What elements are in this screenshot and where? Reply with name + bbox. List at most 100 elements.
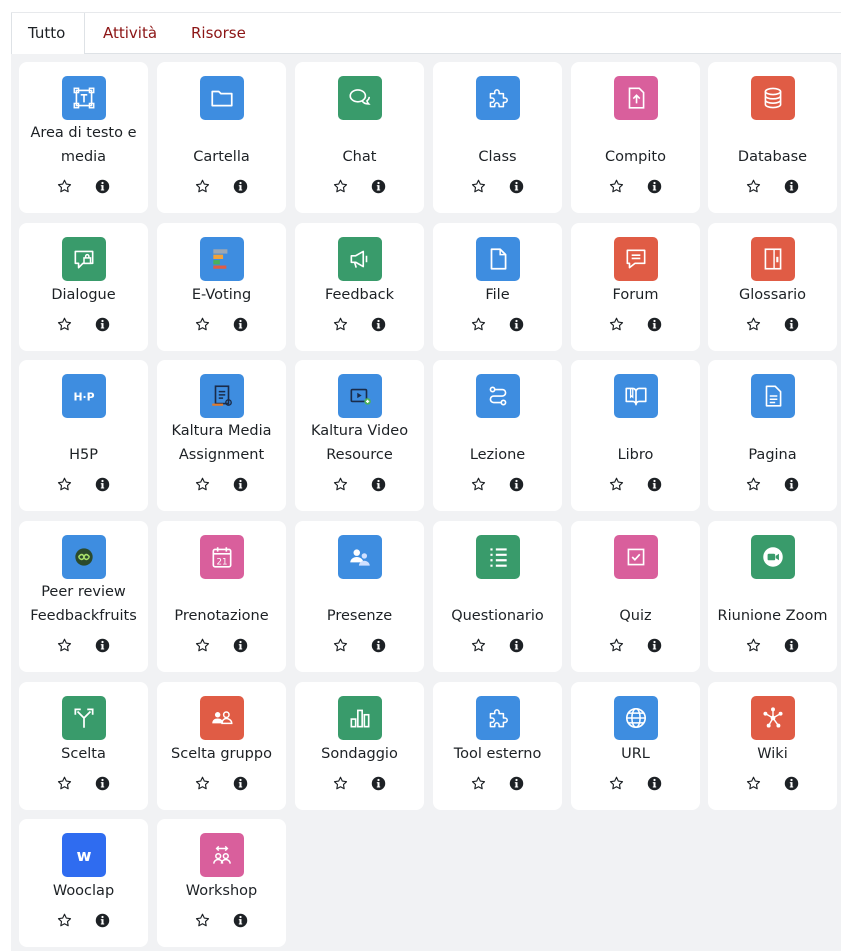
info-icon[interactable] — [370, 475, 388, 493]
info-icon[interactable] — [508, 774, 526, 792]
info-icon[interactable] — [370, 636, 388, 654]
star-icon[interactable] — [470, 315, 488, 333]
star-icon[interactable] — [194, 177, 212, 195]
star-icon[interactable] — [194, 636, 212, 654]
star-icon[interactable] — [745, 636, 763, 654]
star-icon[interactable] — [470, 636, 488, 654]
star-icon[interactable] — [745, 475, 763, 493]
star-icon[interactable] — [470, 475, 488, 493]
module-card-peer-review-feedbackfruits[interactable]: Peer review Feedbackfruits — [19, 521, 148, 672]
module-card-url[interactable]: URL — [571, 682, 700, 810]
module-card-h5p[interactable]: H·P H5P — [19, 360, 148, 511]
tab-resources[interactable]: Risorse — [175, 13, 262, 55]
module-card-dialogue[interactable]: Dialogue — [19, 223, 148, 351]
star-icon[interactable] — [194, 911, 212, 929]
info-icon[interactable] — [232, 774, 250, 792]
module-card-riunione-zoom[interactable]: Riunione Zoom — [708, 521, 837, 672]
info-icon[interactable] — [508, 177, 526, 195]
star-icon[interactable] — [608, 315, 626, 333]
info-icon[interactable] — [646, 774, 664, 792]
module-card-questionario[interactable]: Questionario — [433, 521, 562, 672]
info-icon[interactable] — [646, 636, 664, 654]
star-icon[interactable] — [194, 475, 212, 493]
module-card-cartella[interactable]: Cartella — [157, 62, 286, 213]
module-card-forum[interactable]: Forum — [571, 223, 700, 351]
star-icon[interactable] — [56, 177, 74, 195]
module-card-compito[interactable]: Compito — [571, 62, 700, 213]
module-card-sondaggio[interactable]: Sondaggio — [295, 682, 424, 810]
info-icon[interactable] — [783, 774, 801, 792]
module-card-wooclap[interactable]: w Wooclap — [19, 819, 148, 947]
info-icon[interactable] — [370, 315, 388, 333]
module-card-wiki[interactable]: Wiki — [708, 682, 837, 810]
info-icon[interactable] — [783, 315, 801, 333]
star-icon[interactable] — [470, 774, 488, 792]
module-card-scelta[interactable]: Scelta — [19, 682, 148, 810]
info-icon[interactable] — [646, 475, 664, 493]
info-icon[interactable] — [508, 315, 526, 333]
module-card-kaltura-media-assignment[interactable]: Kaltura Media Assignment — [157, 360, 286, 511]
info-icon[interactable] — [232, 315, 250, 333]
tab-activities[interactable]: Attività — [87, 13, 173, 55]
info-icon[interactable] — [232, 177, 250, 195]
module-card-scelta-gruppo[interactable]: Scelta gruppo — [157, 682, 286, 810]
star-icon[interactable] — [745, 177, 763, 195]
star-icon[interactable] — [194, 774, 212, 792]
star-icon[interactable] — [608, 774, 626, 792]
module-card-glossario[interactable]: Glossario — [708, 223, 837, 351]
module-card-kaltura-video-resource[interactable]: Kaltura Video Resource — [295, 360, 424, 511]
star-icon[interactable] — [745, 774, 763, 792]
star-icon[interactable] — [56, 911, 74, 929]
star-icon[interactable] — [332, 177, 350, 195]
star-icon[interactable] — [194, 315, 212, 333]
module-card-class[interactable]: Class — [433, 62, 562, 213]
module-card-e-voting[interactable]: E-Voting — [157, 223, 286, 351]
info-icon[interactable] — [370, 774, 388, 792]
module-card-prenotazione[interactable]: 21 Prenotazione — [157, 521, 286, 672]
module-card-feedback[interactable]: Feedback — [295, 223, 424, 351]
info-icon[interactable] — [94, 177, 112, 195]
info-icon[interactable] — [94, 636, 112, 654]
info-icon[interactable] — [646, 315, 664, 333]
info-icon[interactable] — [646, 177, 664, 195]
module-card-area-di-testo-e-media[interactable]: Area di testo e media — [19, 62, 148, 213]
info-icon[interactable] — [94, 315, 112, 333]
module-card-chat[interactable]: Chat — [295, 62, 424, 213]
info-icon[interactable] — [94, 911, 112, 929]
star-icon[interactable] — [608, 636, 626, 654]
star-icon[interactable] — [56, 636, 74, 654]
info-icon[interactable] — [94, 774, 112, 792]
info-icon[interactable] — [508, 475, 526, 493]
module-card-tool-esterno[interactable]: Tool esterno — [433, 682, 562, 810]
star-icon[interactable] — [332, 315, 350, 333]
info-icon[interactable] — [94, 475, 112, 493]
module-card-presenze[interactable]: Presenze — [295, 521, 424, 672]
star-icon[interactable] — [332, 475, 350, 493]
info-icon[interactable] — [783, 177, 801, 195]
info-icon[interactable] — [232, 475, 250, 493]
star-icon[interactable] — [608, 475, 626, 493]
info-icon[interactable] — [783, 636, 801, 654]
star-icon[interactable] — [332, 636, 350, 654]
star-icon[interactable] — [56, 475, 74, 493]
info-icon[interactable] — [783, 475, 801, 493]
module-card-database[interactable]: Database — [708, 62, 837, 213]
star-icon[interactable] — [56, 315, 74, 333]
info-icon[interactable] — [232, 911, 250, 929]
module-card-libro[interactable]: Libro — [571, 360, 700, 511]
glossary-icon — [751, 237, 795, 281]
module-card-file[interactable]: File — [433, 223, 562, 351]
module-card-pagina[interactable]: Pagina — [708, 360, 837, 511]
info-icon[interactable] — [232, 636, 250, 654]
module-card-workshop[interactable]: Workshop — [157, 819, 286, 947]
star-icon[interactable] — [56, 774, 74, 792]
star-icon[interactable] — [470, 177, 488, 195]
module-card-lezione[interactable]: Lezione — [433, 360, 562, 511]
module-card-quiz[interactable]: Quiz — [571, 521, 700, 672]
star-icon[interactable] — [608, 177, 626, 195]
info-icon[interactable] — [370, 177, 388, 195]
star-icon[interactable] — [745, 315, 763, 333]
info-icon[interactable] — [508, 636, 526, 654]
star-icon[interactable] — [332, 774, 350, 792]
tab-all[interactable]: Tutto — [11, 13, 85, 55]
